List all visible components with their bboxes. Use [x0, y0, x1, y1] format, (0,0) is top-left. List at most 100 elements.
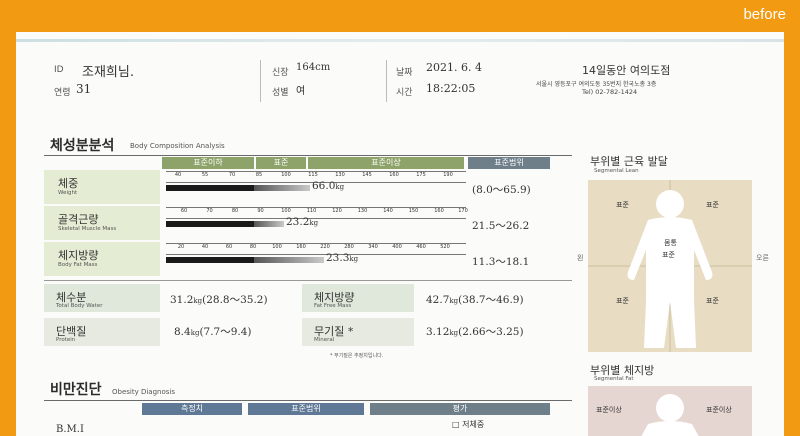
age-label: 연령: [54, 88, 71, 98]
id-label: ID: [54, 65, 64, 75]
tick-label: 85: [255, 172, 263, 178]
date-value: 2021. 6. 4: [426, 61, 482, 74]
fat-bar-fade: [254, 257, 324, 263]
scale-fat: 20 40 60 80 100 160 220 280 340 400 460 …: [166, 243, 466, 255]
muscle-bar: [166, 221, 254, 227]
tick-label: 190: [443, 172, 453, 178]
tick-label: 280: [344, 244, 354, 250]
tick-label: 130: [357, 208, 368, 214]
tick-label: 140: [383, 208, 393, 214]
tick-label: 100: [281, 172, 291, 178]
box-mineral: 무기질 * Mineral: [302, 318, 414, 346]
fat-silhouette-panel: 표준이상 표준이상: [588, 386, 752, 436]
box-fat-free-mass: 체지방량 Fat Free Mass: [302, 284, 414, 312]
header-divider: [386, 60, 387, 102]
obesity-title: 비만진단: [50, 382, 102, 398]
tick-label: 520: [440, 244, 450, 250]
tick-label: 100: [281, 208, 291, 214]
fat-bar: [166, 257, 254, 263]
tick-label: 460: [416, 244, 426, 250]
muscle-range: 21.5～26.2: [472, 220, 530, 232]
bmi-label: B.M.I: [56, 424, 84, 435]
body-comp-subtitle: Body Composition Analysis: [130, 142, 225, 150]
tick-label: 150: [408, 208, 419, 214]
segmental-lean-title: 부위별 근육 발달: [590, 155, 668, 168]
date-label: 날짜: [396, 68, 413, 78]
tick-label: 70: [206, 208, 213, 214]
tick-label: 110: [306, 208, 317, 214]
sex-label: 성별: [272, 88, 289, 98]
tick-label: 400: [392, 244, 402, 250]
clinic-name: 14일동안 여의도점: [582, 64, 671, 77]
weight-value: 66.0kg: [312, 180, 345, 192]
col-eval: 평가: [370, 403, 550, 415]
row-label: 골격근량: [58, 213, 99, 226]
section-rule: [44, 400, 572, 401]
box-eng: Mineral: [314, 337, 335, 343]
fat-value: 23.3kg: [326, 252, 359, 264]
right-arm-label: 표준: [706, 201, 719, 209]
row-label: 체중: [58, 177, 79, 190]
tick-label: 80: [249, 244, 257, 250]
top-bar: before: [0, 0, 800, 32]
time-label: 시간: [396, 88, 413, 98]
tick-label: 70: [228, 172, 236, 178]
tick-label: 40: [174, 172, 182, 178]
tick-label: 170: [458, 208, 468, 214]
segmental-fat-subtitle: Segmental Fat: [594, 376, 634, 382]
inbody-sheet: ID 조재희님. 연령 31 신장 164cm 성별 여 날짜 2021. 6.…: [16, 32, 784, 436]
box-protein: 단백질 Protein: [44, 318, 160, 346]
age-value: 31: [76, 82, 92, 96]
section-rule: [44, 155, 572, 156]
sex-value: 여: [296, 86, 306, 97]
right-arm-fat-label: 표준이상: [706, 406, 732, 414]
tick-label: 130: [335, 172, 345, 178]
tick-label: 40: [201, 244, 209, 250]
clinic-address: 서울시 영등포구 여의도동 35번지 한국노총 3층: [536, 81, 657, 88]
tick-label: 145: [362, 172, 372, 178]
left-leg-label: 표준: [616, 297, 629, 305]
trunk-top-label: 몸통: [664, 239, 677, 247]
tick-label: 20: [177, 244, 185, 250]
body-silhouette-icon: [588, 180, 752, 352]
tick-label: 220: [320, 244, 330, 250]
row-label: 체지방량: [58, 249, 99, 262]
tick-label: 60: [180, 208, 188, 214]
row-weight: 체중 Weight: [44, 170, 160, 204]
tick-label: 160: [296, 244, 306, 250]
underweight-check: □ 저체중: [452, 420, 485, 429]
left-arm-fat-label: 표준이상: [596, 406, 622, 414]
id-value: 조재희님.: [82, 65, 134, 80]
clinic-tel: Tel) 02-782-1424: [582, 88, 638, 96]
protein-value: 8.4kg(7.7～9.4): [174, 326, 252, 338]
tick-label: 175: [416, 172, 426, 178]
row-body-fat: 체지방량 Body Fat Mass: [44, 242, 160, 276]
tick-label: 160: [434, 208, 444, 214]
tick-label: 160: [389, 172, 399, 178]
side-right-label: 오른: [756, 254, 769, 262]
box-eng: Total Body Water: [56, 303, 103, 309]
row-eng: Skeletal Muscle Mass: [58, 226, 117, 232]
header-standard: 표준: [256, 157, 306, 169]
muscle-bar-fade: [254, 221, 284, 227]
height-label: 신장: [272, 68, 289, 78]
row-skeletal-muscle: 골격근량 Skeletal Muscle Mass: [44, 206, 160, 240]
tick-label: 60: [225, 244, 233, 250]
weight-bar: [166, 185, 254, 191]
weight-range: (8.0～65.9): [472, 184, 531, 196]
side-left-label: 왼: [577, 254, 584, 262]
tick-label: 115: [308, 172, 318, 178]
header-divider: [260, 60, 261, 102]
muscle-value: 23.2kg: [286, 216, 319, 228]
body-comp-title: 체성분분석: [50, 138, 115, 154]
left-arm-label: 표준: [616, 201, 629, 209]
box-eng: Protein: [56, 337, 76, 343]
box-eng: Fat Free Mass: [314, 303, 352, 309]
mineral-note: * 무기질은 추정치입니다.: [330, 353, 384, 359]
header-above: 표준이상: [308, 157, 464, 169]
time-value: 18:22:05: [426, 82, 476, 95]
lean-silhouette-panel: 표준 표준 몸통 표준 표준 표준: [588, 180, 752, 352]
tick-label: 120: [332, 208, 342, 214]
box-total-body-water: 체수분 Total Body Water: [44, 284, 160, 312]
fat-range: 11.3～18.1: [472, 256, 530, 268]
